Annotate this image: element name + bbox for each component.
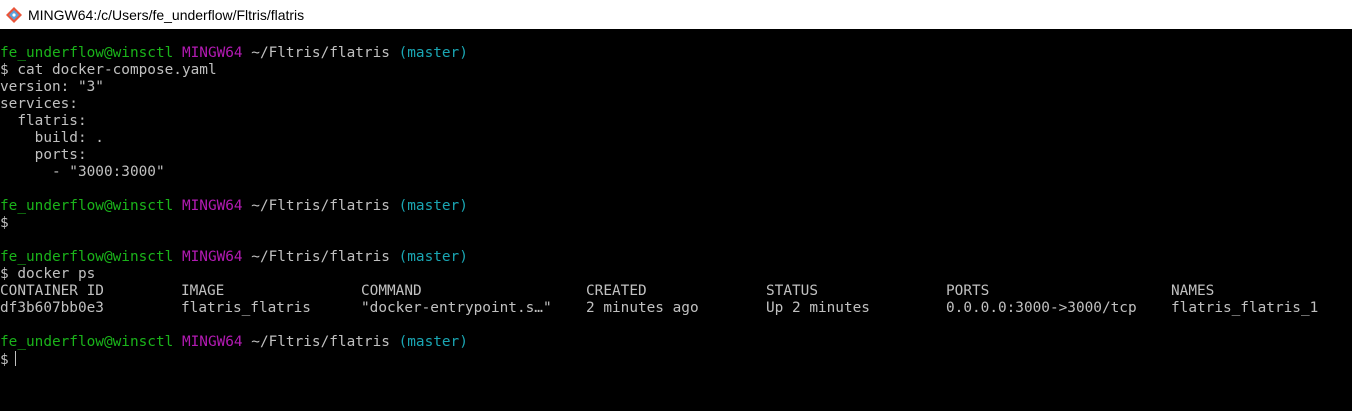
terminal-output[interactable]: fe_underflow@winsctl MINGW64 ~/Fltris/fl… — [0, 29, 1352, 411]
command-text: docker ps — [17, 266, 96, 282]
text-cursor — [14, 351, 16, 366]
prompt-symbol: $ — [0, 352, 9, 368]
command-line: $ — [0, 215, 1352, 232]
prompt-path: ~/Fltris/flatris — [251, 334, 390, 350]
docker-ps-row: df3b607bb0e3 flatris_flatris "docker-ent… — [0, 300, 1352, 317]
terminal-window: MINGW64:/c/Users/fe_underflow/Fltris/fla… — [0, 0, 1352, 411]
cell-status: Up 2 minutes — [766, 300, 870, 316]
header-image: IMAGE — [181, 283, 225, 299]
cell-container-id: df3b607bb0e3 — [0, 300, 104, 316]
header-created: CREATED — [586, 283, 647, 299]
prompt-symbol: $ — [0, 266, 9, 282]
cell-command: "docker-entrypoint.s…" — [361, 300, 552, 316]
output-line: flatris: — [0, 113, 87, 129]
output-line: build: . — [0, 130, 104, 146]
prompt-user-host: fe_underflow@winsctl — [0, 334, 174, 350]
prompt-line: fe_underflow@winsctl MINGW64 ~/Fltris/fl… — [0, 249, 1352, 266]
command-text: cat docker-compose.yaml — [17, 62, 217, 78]
prompt-branch: (master) — [398, 198, 468, 214]
prompt-symbol: $ — [0, 215, 9, 231]
cell-image: flatris_flatris — [181, 300, 311, 316]
window-title: MINGW64:/c/Users/fe_underflow/Fltris/fla… — [28, 6, 305, 23]
prompt-path: ~/Fltris/flatris — [251, 198, 390, 214]
prompt-line: fe_underflow@winsctl MINGW64 ~/Fltris/fl… — [0, 198, 1352, 215]
cell-created: 2 minutes ago — [586, 300, 699, 316]
prompt-branch: (master) — [398, 334, 468, 350]
git-bash-icon — [5, 6, 23, 24]
header-container-id: CONTAINER ID — [0, 283, 104, 299]
prompt-user-host: fe_underflow@winsctl — [0, 45, 174, 61]
prompt-shell: MINGW64 — [181, 249, 243, 265]
prompt-line: fe_underflow@winsctl MINGW64 ~/Fltris/fl… — [0, 45, 1352, 62]
prompt-shell: MINGW64 — [181, 334, 243, 350]
header-status: STATUS — [766, 283, 818, 299]
prompt-path: ~/Fltris/flatris — [251, 45, 390, 61]
active-command-line[interactable]: $ — [0, 351, 1352, 368]
prompt-user-host: fe_underflow@winsctl — [0, 249, 174, 265]
command-line: $ docker ps — [0, 266, 1352, 283]
header-command: COMMAND — [361, 283, 422, 299]
command-line: $ cat docker-compose.yaml — [0, 62, 1352, 79]
prompt-branch: (master) — [398, 45, 468, 61]
docker-ps-header: CONTAINER ID IMAGE COMMAND CREATED STATU… — [0, 283, 1352, 300]
output-line: ports: — [0, 147, 87, 163]
cell-ports: 0.0.0.0:3000->3000/tcp — [946, 300, 1137, 316]
prompt-shell: MINGW64 — [181, 45, 243, 61]
header-ports: PORTS — [946, 283, 990, 299]
cell-names: flatris_flatris_1 — [1171, 300, 1319, 316]
prompt-line: fe_underflow@winsctl MINGW64 ~/Fltris/fl… — [0, 334, 1352, 351]
output-line: services: — [0, 96, 78, 112]
output-line: - "3000:3000" — [0, 164, 165, 180]
prompt-shell: MINGW64 — [181, 198, 243, 214]
output-line: version: "3" — [0, 79, 104, 95]
prompt-symbol: $ — [0, 62, 9, 78]
prompt-branch: (master) — [398, 249, 468, 265]
title-bar[interactable]: MINGW64:/c/Users/fe_underflow/Fltris/fla… — [0, 0, 1352, 29]
prompt-user-host: fe_underflow@winsctl — [0, 198, 174, 214]
header-names: NAMES — [1171, 283, 1215, 299]
prompt-path: ~/Fltris/flatris — [251, 249, 390, 265]
